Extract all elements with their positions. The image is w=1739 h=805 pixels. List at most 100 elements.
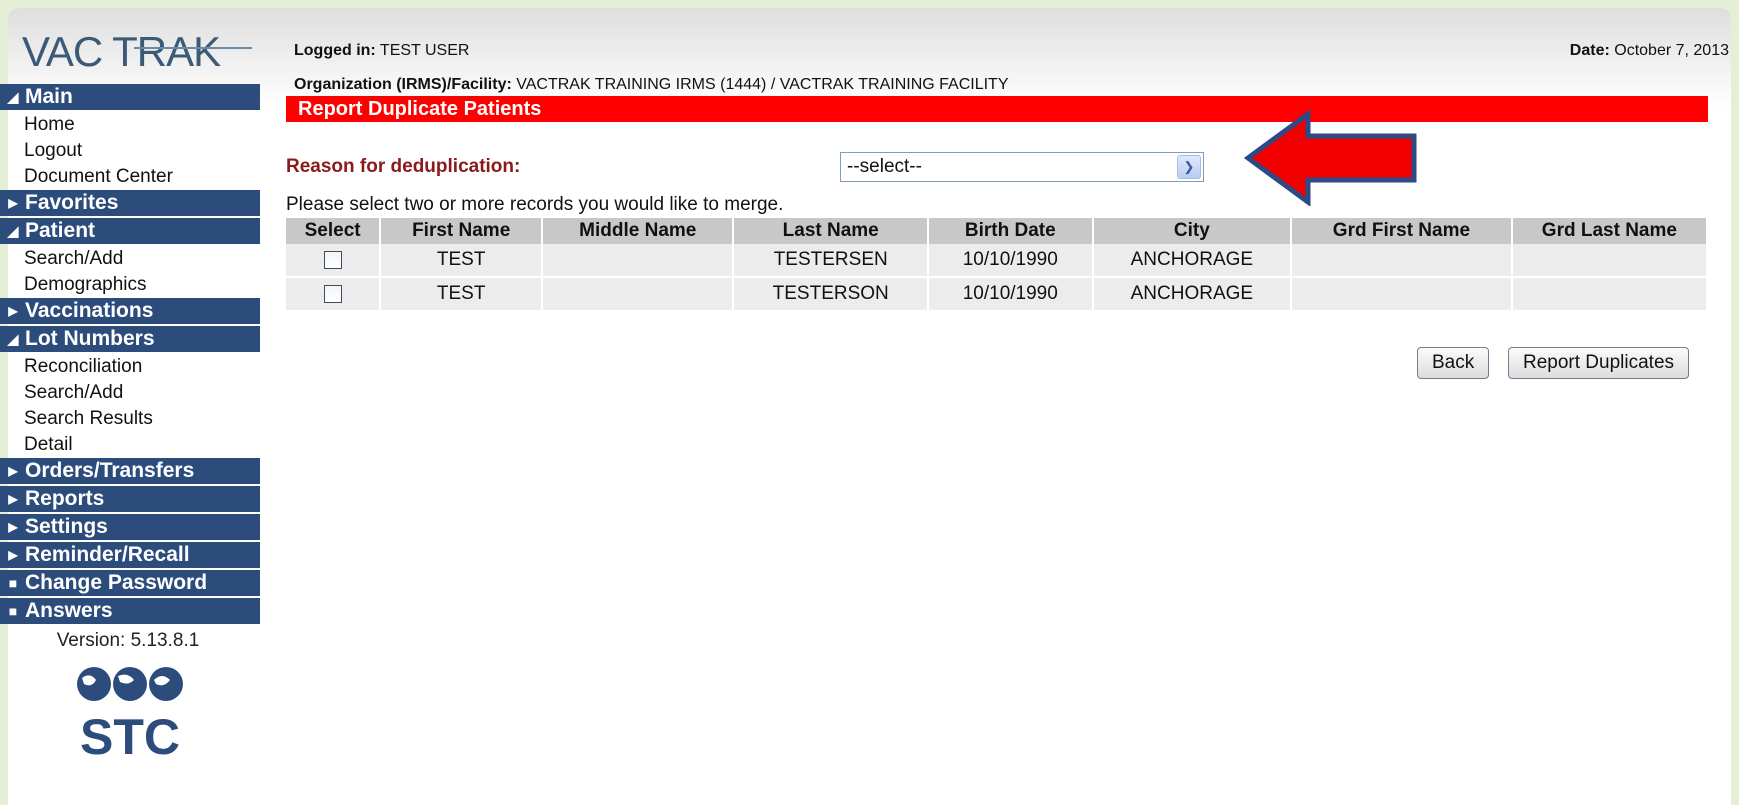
cell-city: ANCHORAGE bbox=[1092, 277, 1293, 312]
sidebar-section-label: Favorites bbox=[25, 191, 119, 214]
logged-in-info: Logged in: TEST USER bbox=[294, 42, 469, 60]
sidebar-section-label: Main bbox=[25, 85, 73, 108]
version-text: Version: 5.13.8.1 bbox=[56, 630, 200, 651]
cell-birth: 10/10/1990 bbox=[927, 277, 1094, 312]
sidebar-section-answers[interactable]: ■ Answers bbox=[0, 598, 260, 624]
stc-logo: STC bbox=[77, 667, 183, 762]
logo-text: VAC TRAK bbox=[22, 28, 221, 74]
duplicates-table: Select First Name Middle Name Last Name Birt… bbox=[286, 218, 1709, 312]
sidebar-nav: ◢ Main Home Logout Document Center ▶ Favorites… bbox=[0, 84, 260, 762]
annotation-arrow-icon bbox=[1244, 110, 1417, 206]
sidebar-item-search-add[interactable]: Search/Add bbox=[0, 246, 260, 272]
sidebar-section-settings[interactable]: ▶ Settings bbox=[0, 514, 260, 540]
sidebar-section-label: Vaccinations bbox=[25, 299, 154, 322]
table-row: TEST TESTERSON 10/10/1990 ANCHORAGE bbox=[286, 277, 1709, 312]
sidebar-section-label: Orders/Transfers bbox=[25, 459, 195, 482]
date-value: October 7, 2013 bbox=[1614, 42, 1729, 59]
sidebar-item-detail[interactable]: Detail bbox=[0, 432, 260, 458]
table-row: TEST TESTERSEN 10/10/1990 ANCHORAGE bbox=[286, 244, 1709, 278]
cell-middle bbox=[542, 244, 735, 278]
cell-grd-last bbox=[1511, 244, 1709, 278]
sidebar-section-vaccinations[interactable]: ▶ Vaccinations bbox=[0, 298, 260, 324]
sidebar-section-reminder-recall[interactable]: ▶ Reminder/Recall bbox=[0, 542, 260, 568]
merge-hint: Please select two or more records you wo… bbox=[286, 194, 784, 215]
triangle-down-icon: ◢ bbox=[7, 223, 19, 239]
page-title: Report Duplicate Patients bbox=[286, 96, 1708, 122]
globe-icon bbox=[149, 667, 183, 701]
cell-birth: 10/10/1990 bbox=[927, 244, 1094, 278]
cell-grd-last bbox=[1511, 277, 1709, 312]
organization-value: VACTRAK TRAINING IRMS (1444) / VACTRAK T… bbox=[516, 76, 1009, 93]
sidebar-section-label: Settings bbox=[25, 515, 108, 538]
column-header: Select bbox=[286, 218, 382, 244]
square-bullet-icon: ■ bbox=[8, 575, 18, 591]
column-header: City bbox=[1092, 218, 1293, 244]
sidebar-section-label: Reports bbox=[25, 487, 105, 510]
column-header: Grd Last Name bbox=[1511, 218, 1709, 244]
table-header-row: Select First Name Middle Name Last Name Birt… bbox=[286, 218, 1709, 244]
reason-select-value: --select-- bbox=[847, 156, 922, 177]
cell-last: TESTERSEN bbox=[733, 244, 929, 278]
column-header: Middle Name bbox=[542, 218, 735, 244]
triangle-right-icon: ▶ bbox=[8, 548, 18, 562]
sidebar-section-main[interactable]: ◢ Main bbox=[0, 84, 260, 110]
sidebar-section-label: Lot Numbers bbox=[25, 327, 155, 350]
select-cell bbox=[286, 244, 382, 278]
sidebar-item-document-center[interactable]: Document Center bbox=[0, 164, 260, 190]
table-body: TEST TESTERSEN 10/10/1990 ANCHORAGE TEST TEST… bbox=[286, 244, 1709, 312]
sidebar-item-demographics[interactable]: Demographics bbox=[0, 272, 260, 298]
sidebar-section-label: Patient bbox=[25, 219, 96, 242]
sidebar-section-favorites[interactable]: ▶ Favorites bbox=[0, 190, 260, 216]
sidebar-item-reconciliation[interactable]: Reconciliation bbox=[0, 354, 260, 380]
logged-in-user: TEST USER bbox=[379, 42, 470, 59]
square-bullet-icon: ■ bbox=[8, 603, 18, 619]
app-frame bbox=[8, 8, 1731, 805]
sidebar-section-patient[interactable]: ◢ Patient bbox=[0, 218, 260, 244]
triangle-right-icon: ▶ bbox=[8, 464, 18, 478]
sidebar-section-label: Change Password bbox=[25, 571, 208, 594]
report-duplicates-button[interactable]: Report Duplicates bbox=[1508, 347, 1690, 379]
logged-in-label: Logged in: bbox=[294, 42, 376, 59]
sidebar-section-label: Answers bbox=[25, 599, 113, 622]
organization-label: Organization (IRMS)/Facility: bbox=[294, 76, 512, 93]
sidebar-section-label: Reminder/Recall bbox=[25, 543, 190, 566]
date-info: Date: October 7, 2013 bbox=[1570, 42, 1729, 60]
sidebar-section-change-password[interactable]: ■ Change Password bbox=[0, 570, 260, 596]
back-button[interactable]: Back bbox=[1417, 347, 1490, 379]
column-header: Last Name bbox=[733, 218, 929, 244]
triangle-right-icon: ▶ bbox=[8, 304, 18, 318]
cell-first: TEST bbox=[380, 277, 544, 312]
globe-icon bbox=[77, 667, 111, 701]
column-header: Grd First Name bbox=[1291, 218, 1513, 244]
sidebar-item-search-results[interactable]: Search Results bbox=[0, 406, 260, 432]
sidebar-item-home[interactable]: Home bbox=[0, 112, 260, 138]
vactrak-logo: VAC TRAK bbox=[22, 28, 252, 74]
organization-info: Organization (IRMS)/Facility: VACTRAK TR… bbox=[294, 76, 1009, 94]
triangle-right-icon: ▶ bbox=[8, 196, 18, 210]
cell-grd-first bbox=[1291, 277, 1513, 312]
stc-logo-text: STC bbox=[80, 709, 180, 762]
triangle-down-icon: ◢ bbox=[7, 331, 19, 347]
column-header: Birth Date bbox=[927, 218, 1094, 244]
cell-last: TESTERSON bbox=[733, 277, 929, 312]
globe-icon bbox=[113, 667, 147, 701]
sidebar-item-search-add[interactable]: Search/Add bbox=[0, 380, 260, 406]
select-checkbox[interactable] bbox=[323, 284, 342, 303]
sidebar-section-lot-numbers[interactable]: ◢ Lot Numbers bbox=[0, 326, 260, 352]
cell-middle bbox=[542, 277, 735, 312]
reason-select[interactable]: --select-- ❯ bbox=[840, 152, 1204, 182]
reason-label: Reason for deduplication: bbox=[286, 156, 521, 177]
column-header: First Name bbox=[380, 218, 544, 244]
select-cell bbox=[286, 277, 382, 312]
cell-city: ANCHORAGE bbox=[1092, 244, 1293, 278]
sidebar-item-logout[interactable]: Logout bbox=[0, 138, 260, 164]
triangle-right-icon: ▶ bbox=[8, 520, 18, 534]
cell-grd-first bbox=[1291, 244, 1513, 278]
chevron-down-icon[interactable]: ❯ bbox=[1177, 155, 1201, 179]
triangle-right-icon: ▶ bbox=[8, 492, 18, 506]
date-label: Date: bbox=[1569, 42, 1610, 59]
select-checkbox[interactable] bbox=[323, 250, 342, 269]
sidebar-section-reports[interactable]: ▶ Reports bbox=[0, 486, 260, 512]
cell-first: TEST bbox=[380, 244, 544, 278]
sidebar-section-orders-transfers[interactable]: ▶ Orders/Transfers bbox=[0, 458, 260, 484]
